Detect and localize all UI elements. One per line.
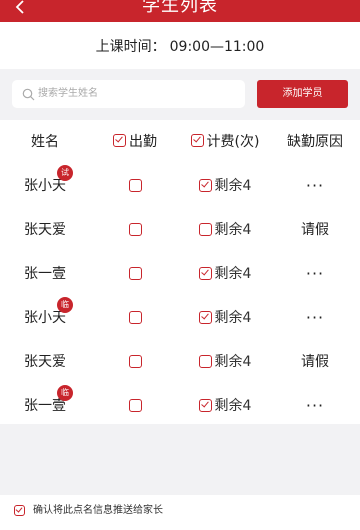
notify-parents-label[interactable]: 确认将此点名信息推送给家长 [33, 495, 163, 526]
page-title: 学生列表 [142, 0, 218, 16]
remaining-count: 剩余4 [214, 310, 252, 326]
table-header: 姓名 出勤 计费(次) 缺勤原因 [0, 120, 360, 161]
table-row: 张天爱 剩余4 请假 [0, 207, 360, 251]
fee-checkbox[interactable] [198, 266, 212, 280]
column-header-name: 姓名 [31, 133, 59, 150]
student-name: 张天爱 [24, 222, 66, 238]
class-time-label: 上课时间： [95, 39, 166, 55]
remaining-count: 剩余4 [214, 178, 252, 194]
column-header-attendance[interactable]: 出勤 [90, 120, 180, 161]
temporary-badge: 临 [57, 385, 73, 401]
remaining-count: 剩余4 [214, 222, 252, 238]
absence-reason[interactable]: 请假 [301, 219, 329, 239]
attendance-checkbox[interactable] [128, 222, 142, 236]
trial-badge: 试 [57, 165, 73, 181]
fee-checkbox[interactable] [198, 222, 212, 236]
table-row: 张小天临 剩余4 ··· [0, 295, 360, 339]
student-name: 张小天 [24, 310, 66, 326]
app-header: 学生列表 [0, 0, 360, 22]
attendance-checkbox[interactable] [128, 310, 142, 324]
attendance-checkbox[interactable] [128, 178, 142, 192]
more-options-button[interactable]: ··· [306, 396, 324, 415]
column-header-fee[interactable]: 计费(次) [180, 120, 270, 161]
more-options-button[interactable]: ··· [306, 264, 324, 283]
search-input[interactable]: 搜索学生姓名 [12, 80, 245, 108]
temporary-badge: 临 [57, 297, 73, 313]
add-student-button[interactable]: 添加学员 [257, 80, 348, 108]
student-name: 张小天 [24, 178, 66, 194]
table-row: 张天爱 剩余4 请假 [0, 339, 360, 383]
remaining-count: 剩余4 [214, 398, 252, 414]
remaining-count: 剩余4 [214, 266, 252, 282]
table-row: 张一壹临 剩余4 ··· [0, 383, 360, 427]
more-options-button[interactable]: ··· [306, 176, 324, 195]
attendance-checkbox[interactable] [128, 266, 142, 280]
fee-checkbox[interactable] [198, 178, 212, 192]
notify-parents-checkbox[interactable] [14, 505, 25, 516]
search-bar: 搜索学生姓名 添加学员 [0, 72, 360, 120]
absence-reason[interactable]: 请假 [301, 351, 329, 371]
footer-bar: 确认将此点名信息推送给家长 [0, 495, 360, 530]
table-row: 张小天试 剩余4 ··· [0, 163, 360, 207]
attendance-checkbox[interactable] [128, 354, 142, 368]
search-icon [22, 88, 35, 101]
select-all-attendance-checkbox[interactable] [113, 134, 126, 147]
fee-checkbox[interactable] [198, 310, 212, 324]
more-options-button[interactable]: ··· [306, 308, 324, 327]
fee-checkbox[interactable] [198, 354, 212, 368]
student-name: 张天爱 [24, 354, 66, 370]
column-header-fee-label: 计费(次) [206, 133, 260, 150]
remaining-count: 剩余4 [214, 354, 252, 370]
search-placeholder: 搜索学生姓名 [38, 88, 98, 99]
table-row: 张一壹 剩余4 ··· [0, 251, 360, 295]
column-header-reason: 缺勤原因 [287, 133, 343, 150]
fee-checkbox[interactable] [198, 398, 212, 412]
student-name: 张一壹 [24, 398, 66, 414]
attendance-checkbox[interactable] [128, 398, 142, 412]
class-time-value: 09:00—11:00 [169, 39, 265, 55]
student-name: 张一壹 [24, 266, 66, 282]
select-all-fee-checkbox[interactable] [190, 134, 204, 147]
student-table: 姓名 出勤 计费(次) 缺勤原因 张小天试 剩余4 ··· 张天爱 剩余4 请假… [0, 120, 360, 424]
column-header-attendance-label: 出勤 [129, 133, 157, 150]
class-time-bar: 上课时间： 09:00—11:00 [0, 22, 360, 69]
